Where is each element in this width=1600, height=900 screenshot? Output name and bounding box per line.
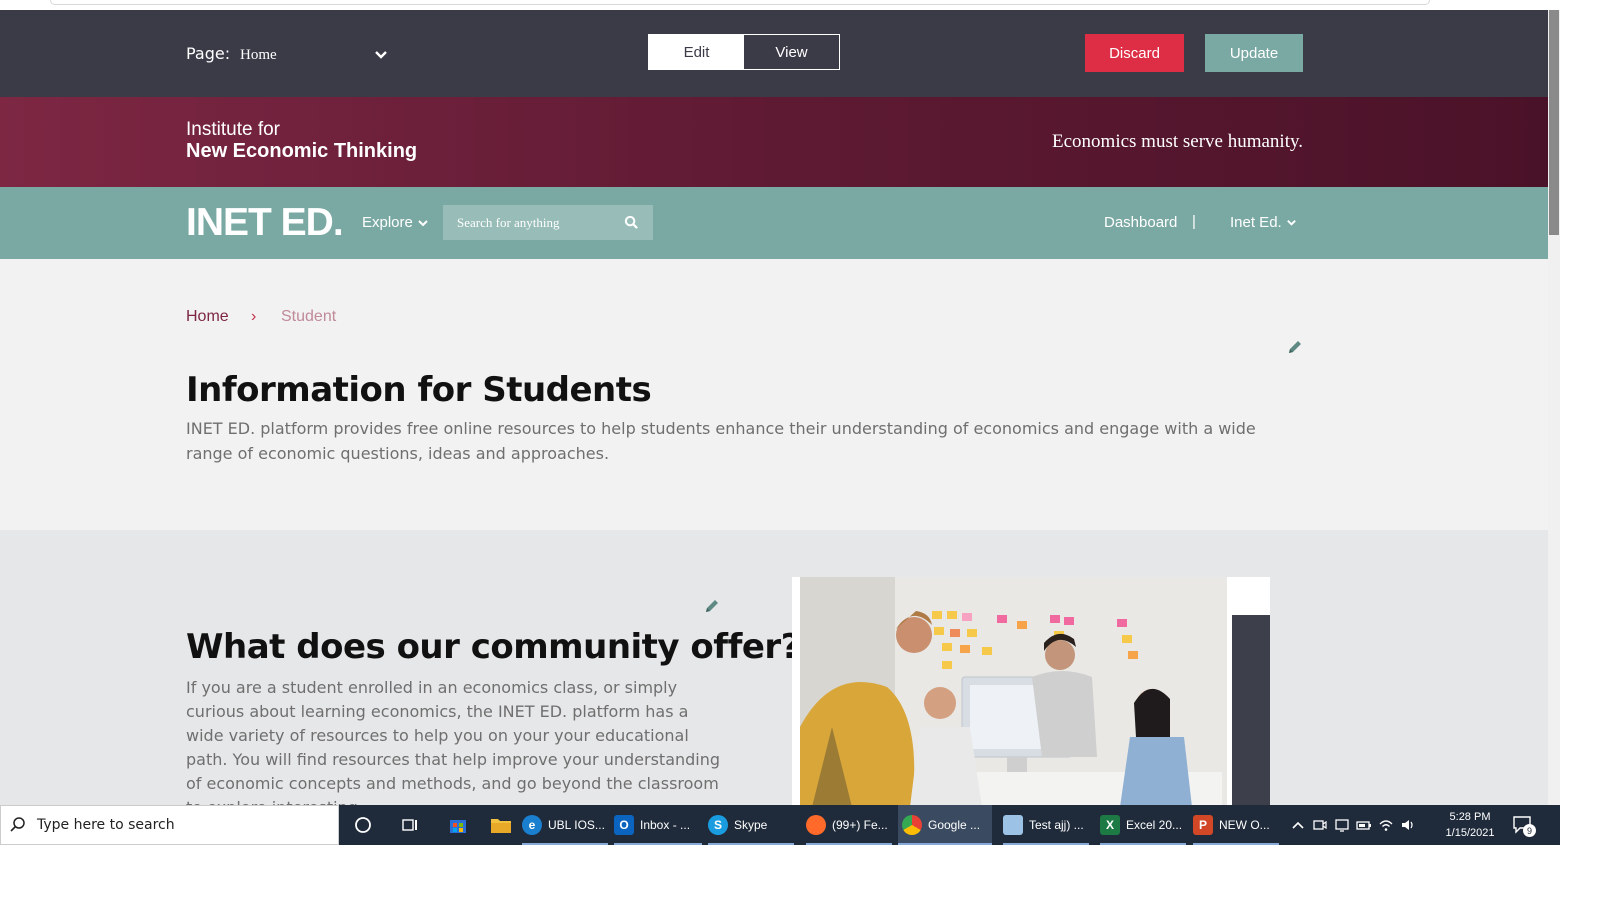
search-input[interactable]: Search for anything	[443, 205, 653, 240]
page-label: Page:	[186, 44, 231, 63]
page-description: INET ED. platform provides free online r…	[186, 419, 1256, 463]
wifi-icon[interactable]	[1378, 817, 1394, 833]
breadcrumb-chevron-icon: ›	[251, 308, 257, 325]
page-select-value: Home	[240, 46, 277, 63]
view-mode-button[interactable]: View	[744, 35, 839, 69]
taskbar-running-indicator	[708, 843, 794, 845]
chevron-down-icon	[1286, 220, 1296, 226]
taskbar-search-input[interactable]: Type here to search	[0, 805, 339, 845]
taskbar-app-label: Skype	[734, 818, 768, 832]
browser-top-edge	[0, 0, 1560, 10]
students-info-section: Home › Student Information for Students …	[0, 259, 1548, 530]
explore-label: Explore	[362, 214, 413, 231]
search-placeholder: Search for anything	[457, 214, 560, 230]
action-center-button[interactable]: 9	[1512, 815, 1536, 837]
taskbar-app-label: (99+) Fe...	[832, 818, 888, 832]
taskbar-app-edge[interactable]: e UBL IOS...	[522, 805, 608, 845]
main-navbar: INET ED. Explore Search for anything Das…	[0, 187, 1548, 259]
edit-mode-button[interactable]: Edit	[649, 35, 744, 69]
pencil-icon[interactable]	[1287, 339, 1303, 355]
section-description: If you are a student enrolled in an econ…	[186, 678, 721, 805]
chevron-down-icon	[375, 51, 387, 59]
page-select[interactable]: Home	[240, 42, 388, 68]
page-title: Information for Students	[186, 370, 652, 410]
site-header-banner: Institute for New Economic Thinking Econ…	[0, 97, 1548, 187]
update-button[interactable]: Update	[1205, 34, 1303, 72]
chevron-down-icon	[418, 219, 428, 226]
explore-menu[interactable]: Explore	[362, 214, 429, 231]
excel-icon: X	[1100, 815, 1120, 835]
breadcrumb-current: Student	[281, 308, 337, 325]
taskbar-app-outlook[interactable]: O Inbox - ...	[614, 805, 702, 845]
chevron-up-icon[interactable]	[1290, 817, 1306, 833]
edge-icon: e	[522, 815, 542, 835]
system-clock[interactable]: 5:28 PM 1/15/2021	[1440, 809, 1500, 841]
taskbar-app-skype[interactable]: S Skype	[708, 805, 794, 845]
search-icon	[10, 817, 25, 832]
scrollbar-thumb[interactable]	[1549, 10, 1559, 235]
user-menu-label: Inet Ed.	[1230, 214, 1282, 231]
taskbar-running-indicator	[898, 843, 992, 845]
cortana-icon[interactable]	[354, 816, 372, 834]
taskbar-app-notepad[interactable]: Test ajj) ...	[1003, 805, 1089, 845]
chrome-icon	[902, 815, 922, 835]
taskbar-running-indicator	[522, 843, 608, 845]
logo-line-2: New Economic Thinking	[186, 140, 418, 162]
page-scrollbar[interactable]	[1548, 10, 1560, 805]
meet-now-icon[interactable]	[1312, 817, 1328, 833]
taskbar-app-label: Excel 20...	[1126, 818, 1183, 832]
taskbar-running-indicator	[614, 843, 702, 845]
firefox-icon	[806, 815, 826, 835]
community-section: What does our community offer? If you ar…	[0, 530, 1548, 805]
dashboard-link[interactable]: Dashboard	[1104, 214, 1177, 231]
clock-time: 5:28 PM	[1449, 811, 1491, 823]
discard-button[interactable]: Discard	[1085, 34, 1184, 72]
section-title: What does our community offer?	[186, 627, 800, 667]
taskbar-app-powerpoint[interactable]: P NEW O...	[1193, 805, 1279, 845]
taskbar-app-label: NEW O...	[1219, 818, 1270, 832]
taskbar-app-label: UBL IOS...	[548, 818, 605, 832]
store-icon[interactable]	[448, 815, 468, 835]
outlook-icon: O	[614, 815, 634, 835]
mode-toggle: Edit View	[648, 34, 840, 70]
user-menu[interactable]: Inet Ed.	[1230, 214, 1297, 231]
taskbar-search-text: Type here to search	[37, 817, 175, 833]
taskbar-running-indicator	[806, 843, 892, 845]
taskbar-app-chrome[interactable]: Google ...	[898, 805, 992, 845]
taskbar-running-indicator	[1003, 843, 1089, 845]
skype-icon: S	[708, 815, 728, 835]
breadcrumb-home[interactable]: Home	[186, 308, 229, 326]
students-photo-illustration	[800, 577, 1270, 805]
students-photo	[792, 577, 1270, 805]
volume-icon[interactable]	[1400, 817, 1416, 833]
screen: Page: Home Edit View Discard Update Inst…	[0, 0, 1600, 900]
powerpoint-icon: P	[1193, 815, 1213, 835]
taskbar-running-indicator	[1100, 843, 1186, 845]
taskbar-running-indicator	[1193, 843, 1279, 845]
editor-toolbar: Page: Home Edit View Discard Update	[0, 10, 1548, 97]
taskbar-app-label: Inbox - ...	[640, 818, 691, 832]
logo-line-1: Institute for	[186, 119, 280, 140]
notepad-icon	[1003, 815, 1023, 835]
taskbar-app-label: Google ...	[928, 818, 981, 832]
windows-taskbar: Type here to search e UBL IOS... O Inbox…	[0, 805, 1560, 845]
tagline: Economics must serve humanity.	[1052, 131, 1303, 152]
battery-icon[interactable]	[1356, 817, 1372, 833]
display-icon[interactable]	[1334, 817, 1350, 833]
address-bar-edge	[50, 0, 1430, 5]
clock-date: 1/15/2021	[1445, 827, 1495, 839]
notification-count: 9	[1523, 824, 1536, 837]
taskbar-app-excel[interactable]: X Excel 20...	[1100, 805, 1186, 845]
taskbar-app-label: Test ajj) ...	[1029, 818, 1084, 832]
taskbar-app-firefox[interactable]: (99+) Fe...	[806, 805, 892, 845]
file-explorer-icon[interactable]	[490, 815, 512, 835]
task-view-icon[interactable]	[401, 816, 419, 834]
nav-separator: |	[1192, 213, 1196, 230]
search-icon[interactable]	[624, 215, 639, 230]
pencil-icon[interactable]	[704, 598, 720, 614]
brand-logo[interactable]: INET ED.	[186, 201, 344, 245]
